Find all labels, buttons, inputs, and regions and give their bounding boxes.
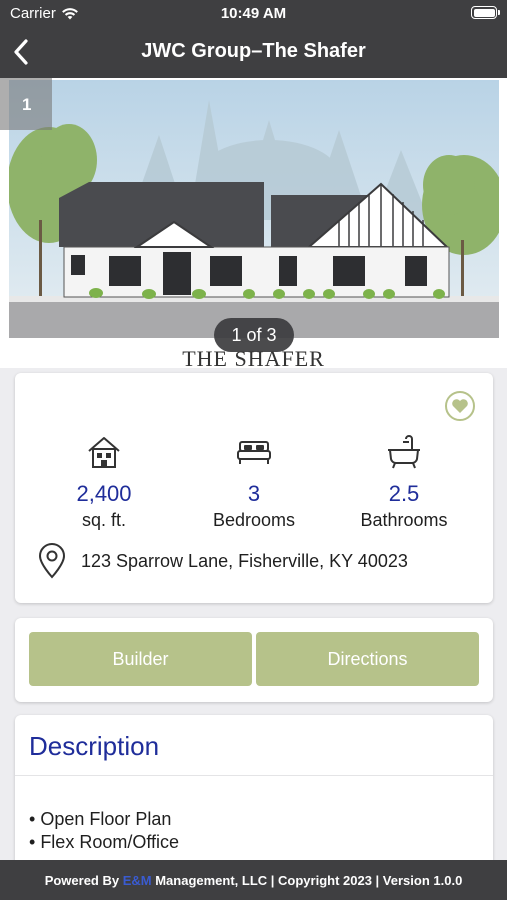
navigation-bar: JWC Group–The Shafer <box>0 26 507 78</box>
house-rendering-image <box>9 80 499 338</box>
address-row[interactable]: 123 Sparrow Lane, Fisherville, KY 40023 <box>37 543 408 579</box>
clock: 10:49 AM <box>220 5 287 22</box>
location-pin-icon <box>38 543 66 579</box>
description-heading: Description <box>15 715 493 776</box>
feature-list: Open Floor Plan Flex Room/Office <box>15 776 493 854</box>
footer-brand: E&M <box>122 872 152 888</box>
plan-caption: THE SHAFER <box>182 346 325 368</box>
bedrooms-label: Bedrooms <box>212 510 296 530</box>
address-text: 123 Sparrow Lane, Fisherville, KY 40023 <box>81 550 408 571</box>
directions-button[interactable]: Directions <box>256 632 479 686</box>
bathtub-icon <box>388 435 420 469</box>
footer-powered-by: Powered By <box>44 872 123 888</box>
favorite-button[interactable] <box>445 391 475 421</box>
status-bar: Carrier 10:49 AM <box>0 0 507 26</box>
house-icon <box>88 437 120 468</box>
photo-gallery[interactable]: 1 1 of 3 THE SHAFER <box>0 78 507 368</box>
sqft-label: sq. ft. <box>81 510 126 530</box>
bathrooms-value: 2.5 <box>388 481 420 506</box>
actions-card: Builder Directions <box>15 618 493 702</box>
list-item: Flex Room/Office <box>29 831 479 854</box>
builder-button[interactable]: Builder <box>29 632 252 686</box>
page-title: JWC Group–The Shafer <box>141 40 366 62</box>
stat-bedrooms: 3 Bedrooms <box>174 433 334 531</box>
photo-index-badge: 1 <box>0 78 52 130</box>
bedrooms-value: 3 <box>247 481 261 506</box>
battery-icon <box>471 6 500 19</box>
footer-copyright: Management, LLC | Copyright 2023 | Versi… <box>151 872 463 888</box>
list-item: Open Floor Plan <box>29 808 479 831</box>
heart-icon <box>452 399 468 413</box>
property-summary-card: 2,400 sq. ft. 3 Bedrooms 2.5 Bathrooms 1… <box>15 373 493 603</box>
bed-icon <box>237 441 271 464</box>
footer: Powered By E&M Management, LLC | Copyrig… <box>0 860 507 900</box>
stat-bathrooms: 2.5 Bathrooms <box>324 433 484 531</box>
sqft-value: 2,400 <box>76 481 132 506</box>
bathrooms-label: Bathrooms <box>360 510 448 530</box>
stat-square-feet: 2,400 sq. ft. <box>24 433 184 531</box>
